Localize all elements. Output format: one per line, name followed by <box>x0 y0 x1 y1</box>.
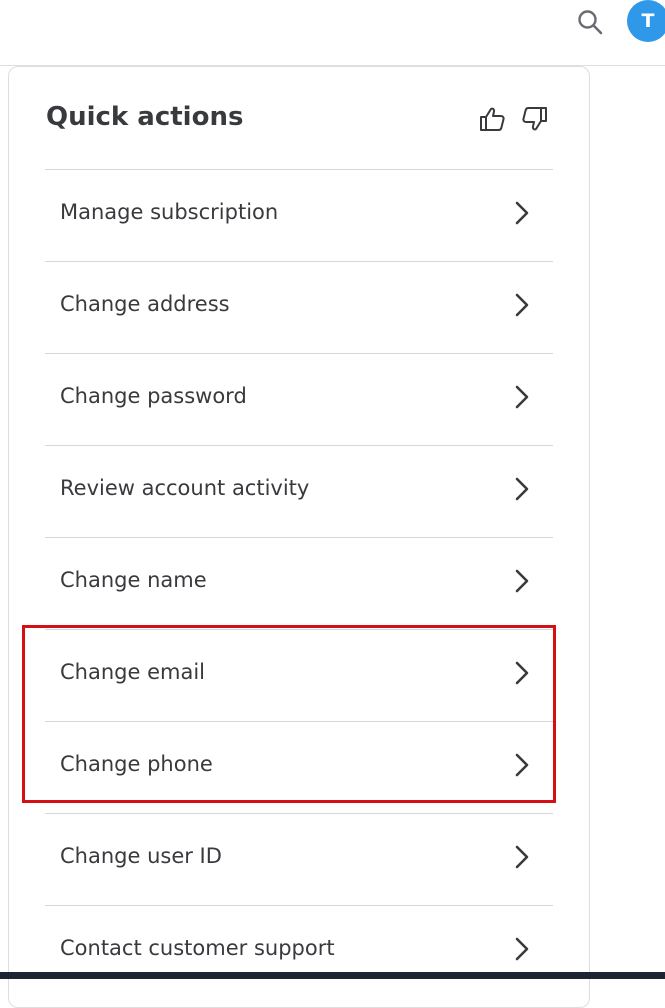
chevron-right-icon <box>513 477 531 501</box>
chevron-right-icon <box>513 293 531 317</box>
thumbs-down-icon <box>522 107 547 131</box>
avatar[interactable]: T <box>627 0 665 42</box>
action-label: Change phone <box>60 752 213 776</box>
action-label: Change password <box>60 384 247 408</box>
search-button[interactable] <box>574 6 606 38</box>
chevron-right-icon <box>513 753 531 777</box>
chevron-right-icon <box>513 661 531 685</box>
action-label: Change user ID <box>60 844 222 868</box>
action-change-user-id[interactable]: Change user ID <box>45 813 553 905</box>
action-label: Change name <box>60 568 207 592</box>
action-manage-subscription[interactable]: Manage subscription <box>45 169 553 261</box>
action-change-email[interactable]: Change email <box>45 629 553 721</box>
quick-actions-list: Manage subscription Change address Chang… <box>45 169 553 997</box>
chevron-right-icon <box>513 201 531 225</box>
action-contact-customer-support[interactable]: Contact customer support <box>45 905 553 997</box>
thumbs-down-button[interactable] <box>520 104 550 134</box>
action-review-account-activity[interactable]: Review account activity <box>45 445 553 537</box>
action-label: Contact customer support <box>60 936 335 960</box>
search-icon <box>578 10 603 35</box>
chevron-right-icon <box>513 937 531 961</box>
panel-title: Quick actions <box>46 102 244 132</box>
bottom-strip <box>0 972 665 979</box>
action-change-password[interactable]: Change password <box>45 353 553 445</box>
chevron-right-icon <box>513 385 531 409</box>
action-label: Manage subscription <box>60 200 279 224</box>
chevron-right-icon <box>513 845 531 869</box>
action-change-address[interactable]: Change address <box>45 261 553 353</box>
thumbs-up-button[interactable] <box>477 104 507 134</box>
thumbs-up-icon <box>480 107 505 131</box>
action-change-name[interactable]: Change name <box>45 537 553 629</box>
chevron-right-icon <box>513 569 531 593</box>
action-change-phone[interactable]: Change phone <box>45 721 553 813</box>
top-bar: T <box>0 0 665 66</box>
action-label: Review account activity <box>60 476 310 500</box>
action-label: Change email <box>60 660 205 684</box>
action-label: Change address <box>60 292 230 316</box>
